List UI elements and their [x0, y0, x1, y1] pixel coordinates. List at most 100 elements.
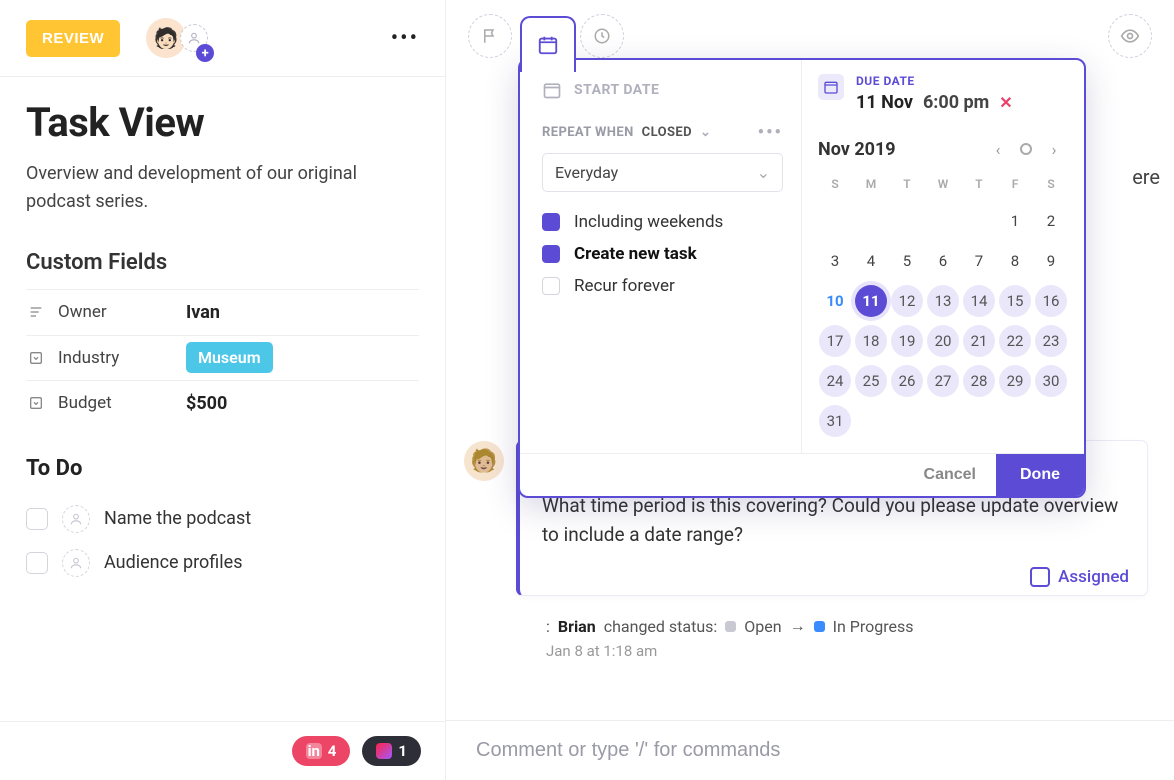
calendar-day[interactable]: 26: [891, 365, 923, 397]
more-menu-icon[interactable]: •••: [391, 26, 419, 51]
more-icon[interactable]: •••: [758, 122, 783, 143]
checkbox-checked-icon[interactable]: [542, 245, 560, 263]
assigned-badge[interactable]: Assigned: [1030, 567, 1129, 587]
task-description[interactable]: Overview and development of our original…: [26, 160, 366, 216]
assignee-avatar-stack[interactable]: 🧑🏻 +: [146, 18, 208, 58]
checkbox-checked-icon[interactable]: [542, 213, 560, 231]
left-header: REVIEW 🧑🏻 + •••: [0, 0, 445, 77]
calendar-day[interactable]: 2: [1035, 205, 1067, 237]
calendar-dow: F: [998, 173, 1032, 199]
start-date-label[interactable]: START DATE: [574, 82, 659, 98]
calendar-month-title: Nov 2019: [818, 139, 984, 160]
task-title[interactable]: Task View: [26, 99, 419, 146]
calendar-day[interactable]: 13: [927, 285, 959, 317]
calendar-day[interactable]: 27: [927, 365, 959, 397]
checkbox-icon[interactable]: [26, 552, 48, 574]
calendar-day[interactable]: 7: [963, 245, 995, 277]
today-icon[interactable]: [1020, 143, 1032, 155]
calendar-day[interactable]: 1: [999, 205, 1031, 237]
clear-due-date-icon[interactable]: ✕: [999, 93, 1012, 112]
frequency-value: Everyday: [555, 163, 618, 182]
next-month-icon[interactable]: ›: [1040, 135, 1068, 163]
checkbox-icon[interactable]: [1030, 567, 1050, 587]
calendar-day[interactable]: 20: [927, 325, 959, 357]
calendar-day[interactable]: 4: [855, 245, 887, 277]
custom-fields-heading: Custom Fields: [26, 250, 419, 275]
calendar-day[interactable]: 25: [855, 365, 887, 397]
calendar-day[interactable]: 16: [1035, 285, 1067, 317]
dropdown-field-icon: [26, 393, 46, 413]
calendar-day[interactable]: 12: [891, 285, 923, 317]
calendar-icon: [818, 74, 844, 100]
cf-row-owner[interactable]: Owner Ivan: [26, 289, 419, 335]
calendar-day[interactable]: 5: [891, 245, 923, 277]
cf-row-budget[interactable]: Budget $500: [26, 380, 419, 426]
calendar-day[interactable]: 23: [1035, 325, 1067, 357]
calendar-day[interactable]: 29: [999, 365, 1031, 397]
todo-item[interactable]: Name the podcast: [26, 497, 419, 541]
integration-pill-invision[interactable]: in 4: [292, 736, 351, 766]
checkbox-icon[interactable]: [542, 277, 560, 295]
chevron-down-icon: ⌄: [757, 163, 770, 182]
calendar-empty-cell: [855, 205, 887, 237]
calendar-day[interactable]: 6: [927, 245, 959, 277]
status-button-review[interactable]: REVIEW: [26, 20, 120, 57]
calendar-day[interactable]: 17: [819, 325, 851, 357]
calendar-icon: [542, 80, 562, 100]
calendar-day[interactable]: 11: [855, 285, 887, 317]
flag-button[interactable]: [468, 14, 512, 58]
status-dot-icon: [725, 621, 736, 632]
option-weekends[interactable]: Including weekends: [542, 206, 783, 238]
calendar-dow: T: [890, 173, 924, 199]
calendar-day[interactable]: 15: [999, 285, 1031, 317]
option-create-task[interactable]: Create new task: [542, 238, 783, 270]
due-date-label: DUE DATE: [856, 74, 1068, 88]
checkbox-icon[interactable]: [26, 508, 48, 530]
calendar-empty-cell: [963, 205, 995, 237]
status-dot-icon: [814, 621, 825, 632]
watch-button[interactable]: [1108, 14, 1152, 58]
integration-pill-figma[interactable]: 1: [362, 736, 421, 766]
comment-input[interactable]: [476, 739, 1144, 762]
calendar-day[interactable]: 22: [999, 325, 1031, 357]
repeat-value[interactable]: CLOSED: [642, 125, 692, 140]
calendar-day[interactable]: 28: [963, 365, 995, 397]
clock-button[interactable]: [580, 14, 624, 58]
calendar-day[interactable]: 9: [1035, 245, 1067, 277]
cancel-button[interactable]: Cancel: [904, 454, 996, 496]
unassigned-icon[interactable]: [62, 549, 90, 577]
unassigned-icon[interactable]: [62, 505, 90, 533]
calendar-day[interactable]: 24: [819, 365, 851, 397]
chevron-down-icon[interactable]: ⌄: [700, 125, 711, 140]
calendar-day[interactable]: 21: [963, 325, 995, 357]
frequency-select[interactable]: Everyday ⌄: [542, 153, 783, 192]
todo-item[interactable]: Audience profiles: [26, 541, 419, 585]
cf-value-tag: Museum: [186, 342, 273, 373]
truncated-text: ere: [1132, 165, 1160, 189]
option-recur-forever[interactable]: Recur forever: [542, 270, 783, 302]
calendar-day[interactable]: 31: [819, 405, 851, 437]
activity-timestamp: Jan 8 at 1:18 am: [546, 642, 1148, 660]
calendar-day[interactable]: 19: [891, 325, 923, 357]
cf-label: Industry: [46, 348, 186, 368]
assigned-label: Assigned: [1058, 567, 1129, 587]
custom-fields-table: Owner Ivan Industry Museum Budget $500: [26, 289, 419, 426]
due-date-value[interactable]: 11 Nov: [856, 92, 913, 113]
done-button[interactable]: Done: [996, 454, 1084, 496]
todo-heading: To Do: [26, 456, 419, 481]
calendar-day[interactable]: 10: [819, 285, 851, 317]
calendar-day[interactable]: 3: [819, 245, 851, 277]
due-time-value[interactable]: 6:00 pm: [923, 92, 989, 113]
cf-row-industry[interactable]: Industry Museum: [26, 335, 419, 380]
calendar-panel: DUE DATE 11 Nov 6:00 pm ✕ Nov 2019 ‹ › S…: [802, 60, 1084, 453]
calendar-day[interactable]: 18: [855, 325, 887, 357]
status-to: In Progress: [833, 617, 914, 636]
calendar-grid: SMTWTFS123456789101112131415161718192021…: [818, 173, 1068, 439]
calendar-day[interactable]: 14: [963, 285, 995, 317]
calendar-day[interactable]: 8: [999, 245, 1031, 277]
pill-count: 1: [398, 742, 407, 760]
invision-icon: in: [306, 743, 322, 759]
comment-body: What time period is this covering? Could…: [542, 492, 1125, 549]
calendar-day[interactable]: 30: [1035, 365, 1067, 397]
prev-month-icon[interactable]: ‹: [984, 135, 1012, 163]
